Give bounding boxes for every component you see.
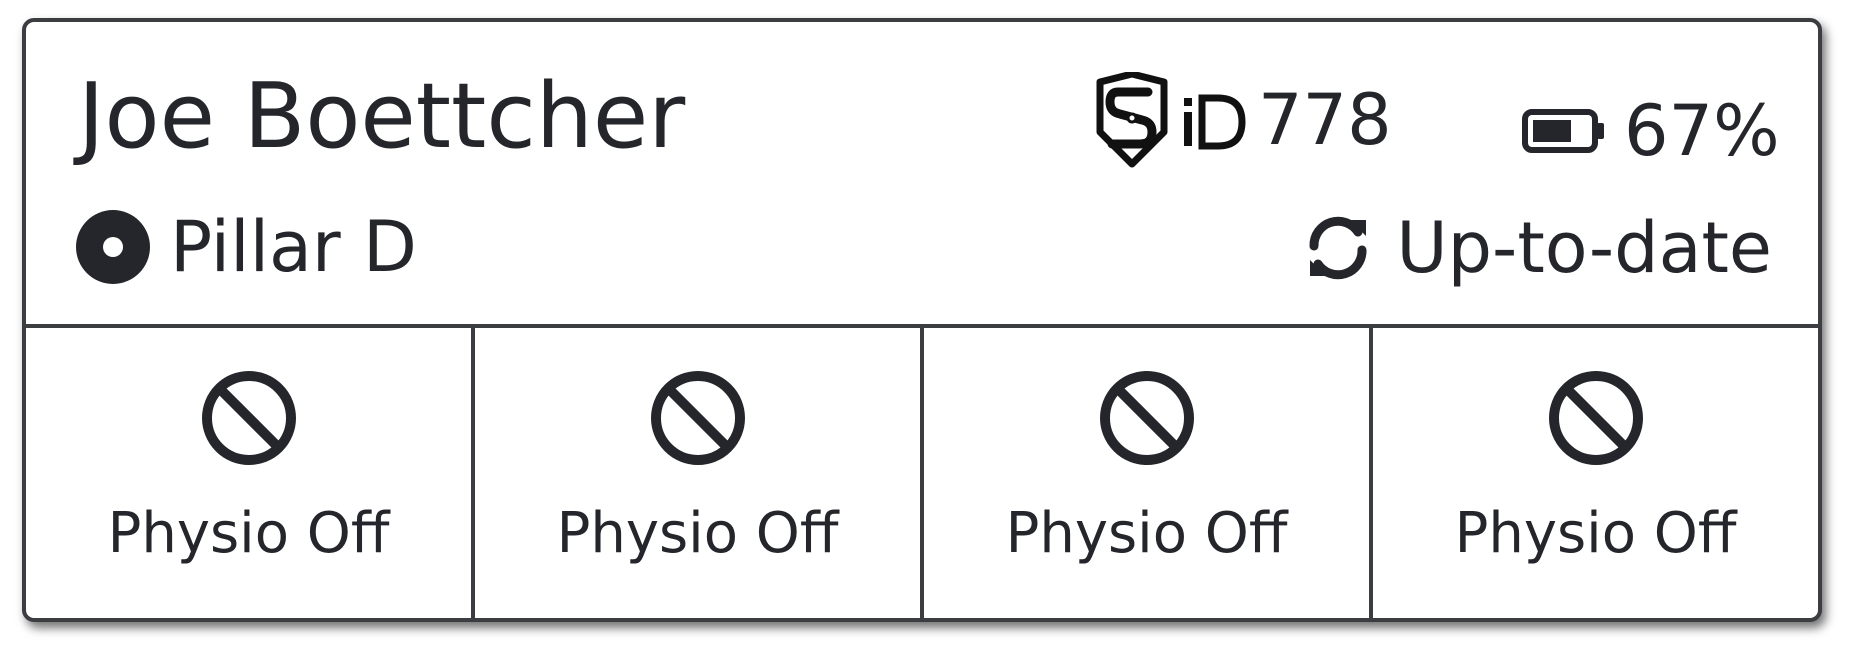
prohibited-icon	[1548, 371, 1643, 465]
channel-label: Physio Off	[107, 501, 390, 566]
athlete-card: Joe Boettcher Pillar D 778 67% Up-to-dat…	[22, 18, 1822, 622]
sync-label: Up-to-date	[1396, 207, 1772, 289]
location-label: Pillar D	[170, 206, 417, 288]
channel-label: Physio Off	[1454, 501, 1737, 566]
sid-indicator: 778	[1096, 72, 1392, 168]
sid-value: 778	[1258, 79, 1392, 161]
channel-row: Physio Off Physio Off Physio Off Physio …	[26, 328, 1818, 618]
location: Pillar D	[76, 210, 417, 284]
channel-cell-2[interactable]: Physio Off	[475, 328, 924, 618]
sync-status[interactable]: Up-to-date	[1302, 212, 1772, 284]
channel-label: Physio Off	[1005, 501, 1288, 566]
battery-icon	[1522, 109, 1604, 153]
target-dot-icon	[76, 210, 150, 284]
sid-shield-icon	[1096, 72, 1246, 168]
channel-label: Physio Off	[556, 501, 839, 566]
sync-icon	[1309, 216, 1367, 280]
channel-cell-3[interactable]: Physio Off	[924, 328, 1373, 618]
prohibited-icon	[1099, 371, 1194, 465]
channel-cell-1[interactable]: Physio Off	[26, 328, 475, 618]
battery-indicator: 67%	[1522, 96, 1780, 166]
prohibited-icon	[201, 371, 296, 465]
battery-value: 67%	[1624, 90, 1780, 172]
athlete-name: Joe Boettcher	[78, 64, 686, 169]
prohibited-icon	[650, 371, 745, 465]
card-header: Joe Boettcher Pillar D 778 67% Up-to-dat…	[26, 22, 1818, 328]
channel-cell-4[interactable]: Physio Off	[1373, 328, 1818, 618]
